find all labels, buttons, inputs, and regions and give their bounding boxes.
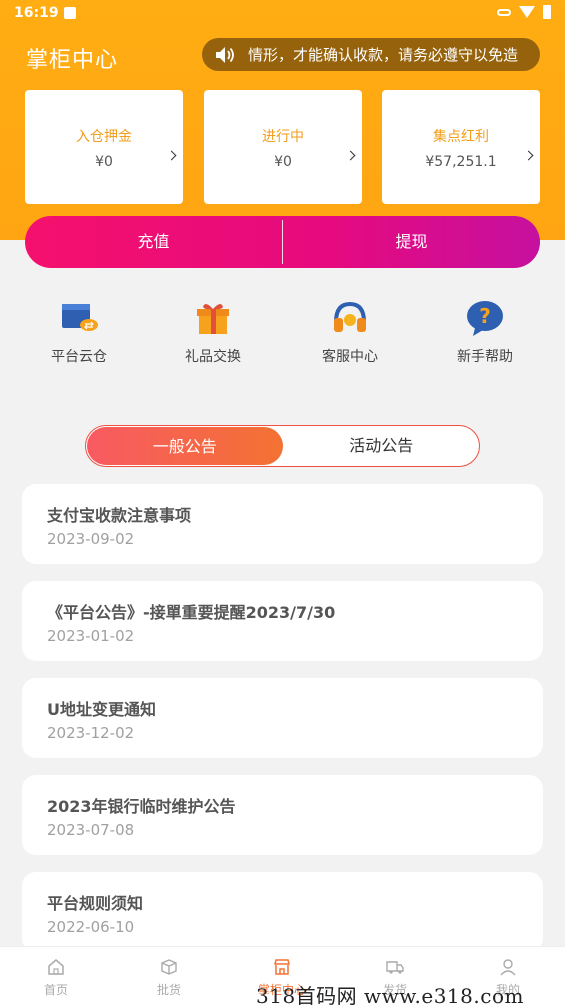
page-title: 掌柜中心 xyxy=(26,48,119,73)
status-bar: 16:19 xyxy=(0,0,565,28)
marquee-notice[interactable]: 情形，才能确认收款，请务必遵守以免造 xyxy=(202,38,540,71)
stat-card-deposit[interactable]: 入仓押金 ¥0 xyxy=(25,90,183,204)
user-icon xyxy=(500,959,516,976)
help-icon: ? xyxy=(467,301,503,336)
notice-item[interactable]: 平台规则须知 2022-06-10 xyxy=(22,872,543,952)
warehouse-icon xyxy=(62,304,98,331)
status-time: 16:19 xyxy=(14,5,59,21)
headset-icon xyxy=(334,301,366,332)
home-icon xyxy=(48,959,64,975)
marquee-text: 情形，才能确认收款，请务必遵守以免造 xyxy=(248,46,519,64)
stat-value: ¥57,251.1 xyxy=(425,154,497,170)
notice-date: 2022-06-10 xyxy=(47,918,135,936)
quick-links: 平台云仓 礼品交换 客服中心 ? 新手帮助 xyxy=(0,298,565,378)
notice-title: 平台规则须知 xyxy=(47,894,144,913)
speaker-icon xyxy=(216,46,234,63)
notice-item[interactable]: 2023年银行临时维护公告 2023-07-08 xyxy=(22,775,543,855)
notification-icon xyxy=(64,7,76,19)
truck-icon xyxy=(386,961,404,974)
withdraw-button[interactable]: 提现 xyxy=(283,216,540,268)
stat-card-bonus[interactable]: 集点红利 ¥57,251.1 xyxy=(382,90,540,204)
status-icons xyxy=(497,5,551,19)
quick-link-warehouse[interactable]: 平台云仓 xyxy=(24,298,134,366)
quick-link-label: 客服中心 xyxy=(322,349,378,365)
stat-value: ¥0 xyxy=(274,154,292,170)
quick-link-help[interactable]: ? 新手帮助 xyxy=(430,298,540,366)
tab-general-notice[interactable]: 一般公告 xyxy=(87,427,283,465)
stat-label: 入仓押金 xyxy=(76,129,132,145)
notice-item[interactable]: 《平台公告》-接單重要提醒2023/7/30 2023-01-02 xyxy=(22,581,543,661)
store-icon xyxy=(274,959,290,975)
notice-title: 《平台公告》-接單重要提醒2023/7/30 xyxy=(47,603,336,622)
link-icon xyxy=(497,8,511,16)
stat-label: 进行中 xyxy=(262,129,304,145)
svg-text:?: ? xyxy=(479,304,491,328)
quick-link-support[interactable]: 客服中心 xyxy=(295,298,405,366)
quick-link-gift[interactable]: 礼品交换 xyxy=(158,298,268,366)
notice-date: 2023-07-08 xyxy=(47,821,135,839)
notice-title: 2023年银行临时维护公告 xyxy=(47,797,236,816)
battery-icon xyxy=(543,5,551,19)
quick-link-label: 平台云仓 xyxy=(51,349,107,365)
notice-date: 2023-09-02 xyxy=(47,530,135,548)
wifi-icon xyxy=(519,6,535,18)
action-bar: 充值 提现 xyxy=(25,216,540,268)
tabbar-item-home[interactable]: 首页 xyxy=(16,957,96,998)
notice-date: 2023-01-02 xyxy=(47,627,135,645)
stat-value: ¥0 xyxy=(95,154,113,170)
notice-date: 2023-12-02 xyxy=(47,724,135,742)
tabbar-item-wholesale[interactable]: 批货 xyxy=(129,957,209,998)
quick-link-label: 礼品交换 xyxy=(185,349,241,365)
stat-card-in-progress[interactable]: 进行中 ¥0 xyxy=(204,90,362,204)
tab-activity-notice[interactable]: 活动公告 xyxy=(284,426,480,466)
notice-title: U地址变更通知 xyxy=(47,700,156,719)
quick-link-label: 新手帮助 xyxy=(457,349,513,365)
tabbar-label: 批货 xyxy=(156,983,181,997)
notice-item[interactable]: U地址变更通知 2023-12-02 xyxy=(22,678,543,758)
stat-label: 集点红利 xyxy=(433,129,489,145)
notice-title: 支付宝收款注意事项 xyxy=(47,506,192,525)
recharge-button[interactable]: 充值 xyxy=(25,216,282,268)
notice-tab-switch: 一般公告 活动公告 xyxy=(85,425,480,467)
notice-item[interactable]: 支付宝收款注意事项 2023-09-02 xyxy=(22,484,543,564)
box-icon xyxy=(161,959,177,975)
tabbar-label: 首页 xyxy=(43,983,68,997)
gift-icon xyxy=(197,303,229,334)
watermark-text: 318首码网 www.e318.com xyxy=(256,984,524,1005)
